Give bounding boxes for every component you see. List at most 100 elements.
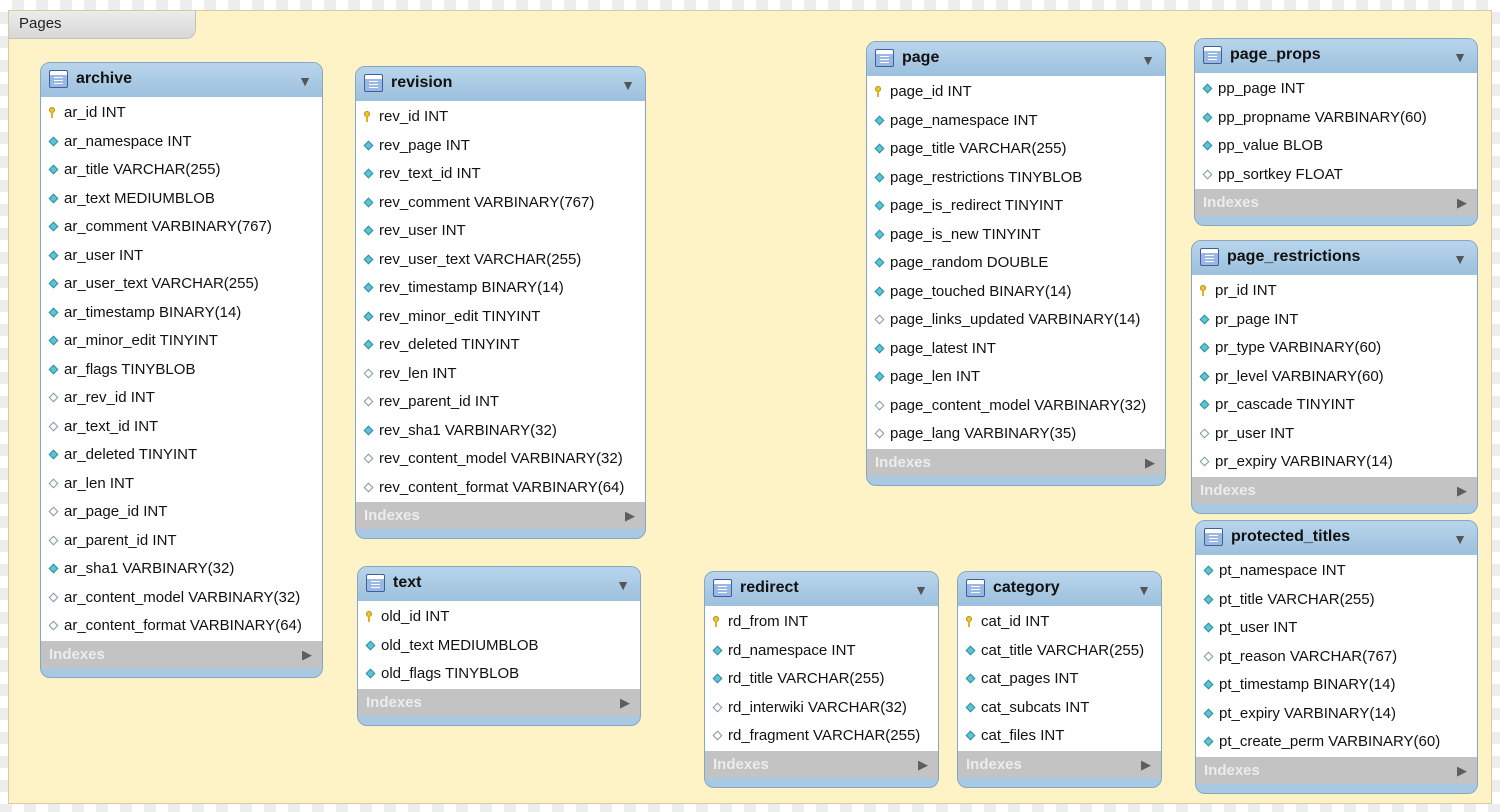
collapse-arrow-icon[interactable]: ▼ [1141,52,1155,68]
column-row[interactable]: pr_cascade TINYINT [1192,391,1477,420]
indexes-section[interactable]: Indexes ▶ [356,502,645,529]
indexes-section[interactable]: Indexes ▶ [1196,756,1477,784]
table-protected-titles[interactable]: protected_titles ▼ pt_namespace INT pt_titl… [1195,520,1478,794]
expand-arrow-icon[interactable]: ▶ [1457,483,1467,499]
expand-arrow-icon[interactable]: ▶ [625,508,635,524]
column-row[interactable]: ar_user INT [41,242,322,271]
column-row[interactable]: rd_fragment VARCHAR(255) [705,722,938,751]
column-row[interactable]: rev_comment VARBINARY(767) [356,189,645,218]
column-row[interactable]: page_lang VARBINARY(35) [867,420,1165,449]
column-row[interactable]: page_id INT [867,78,1165,107]
column-row[interactable]: ar_id INT [41,99,322,128]
column-row[interactable]: rev_sha1 VARBINARY(32) [356,417,645,446]
table-page-restrictions[interactable]: page_restrictions ▼ pr_id INT pr_page INT pr… [1191,240,1478,514]
table-page-props[interactable]: page_props ▼ pp_page INT pp_propname VARBIN… [1194,38,1478,226]
expand-arrow-icon[interactable]: ▶ [620,695,630,711]
column-row[interactable]: rev_user_text VARCHAR(255) [356,246,645,275]
column-row[interactable]: ar_rev_id INT [41,384,322,413]
column-row[interactable]: rd_interwiki VARCHAR(32) [705,694,938,723]
table-header[interactable]: page_restrictions ▼ [1192,241,1477,275]
expand-arrow-icon[interactable]: ▶ [1457,195,1467,211]
column-row[interactable]: page_namespace INT [867,107,1165,136]
collapse-arrow-icon[interactable]: ▼ [616,577,630,593]
collapse-arrow-icon[interactable]: ▼ [914,582,928,598]
column-row[interactable]: ar_comment VARBINARY(767) [41,213,322,242]
collapse-arrow-icon[interactable]: ▼ [621,77,635,93]
column-row[interactable]: cat_id INT [958,608,1161,637]
table-header[interactable]: protected_titles ▼ [1196,521,1477,555]
column-row[interactable]: pt_expiry VARBINARY(14) [1196,700,1477,729]
column-row[interactable]: cat_subcats INT [958,694,1161,723]
column-row[interactable]: rev_timestamp BINARY(14) [356,274,645,303]
column-row[interactable]: ar_content_model VARBINARY(32) [41,584,322,613]
column-row[interactable]: page_restrictions TINYBLOB [867,164,1165,193]
table-header[interactable]: revision ▼ [356,67,645,101]
column-row[interactable]: rd_namespace INT [705,637,938,666]
column-row[interactable]: page_latest INT [867,335,1165,364]
column-row[interactable]: ar_text_id INT [41,413,322,442]
indexes-section[interactable]: Indexes ▶ [358,688,640,716]
column-row[interactable]: rev_text_id INT [356,160,645,189]
column-row[interactable]: rd_title VARCHAR(255) [705,665,938,694]
table-page[interactable]: page ▼ page_id INT page_namespace INT page_t… [866,41,1166,486]
column-row[interactable]: ar_text MEDIUMBLOB [41,185,322,214]
column-row[interactable]: ar_content_format VARBINARY(64) [41,612,322,641]
expand-arrow-icon[interactable]: ▶ [918,757,928,773]
column-row[interactable]: page_len INT [867,363,1165,392]
column-row[interactable]: pt_timestamp BINARY(14) [1196,671,1477,700]
column-row[interactable]: rev_content_model VARBINARY(32) [356,445,645,474]
table-redirect[interactable]: redirect ▼ rd_from INT rd_namespace INT rd_t… [704,571,939,788]
column-row[interactable]: ar_deleted TINYINT [41,441,322,470]
table-header[interactable]: archive ▼ [41,63,322,97]
column-row[interactable]: pr_id INT [1192,277,1477,306]
column-row[interactable]: pr_level VARBINARY(60) [1192,363,1477,392]
column-row[interactable]: page_random DOUBLE [867,249,1165,278]
collapse-arrow-icon[interactable]: ▼ [1137,582,1151,598]
indexes-section[interactable]: Indexes ▶ [705,750,938,778]
column-row[interactable]: rev_page INT [356,132,645,161]
table-revision[interactable]: revision ▼ rev_id INT rev_page INT rev_text_… [355,66,646,539]
column-row[interactable]: pt_user INT [1196,614,1477,643]
layer-tab[interactable]: Pages [9,11,196,39]
column-row[interactable]: rev_minor_edit TINYINT [356,303,645,332]
table-header[interactable]: text ▼ [358,567,640,601]
expand-arrow-icon[interactable]: ▶ [1457,763,1467,779]
column-row[interactable]: pt_create_perm VARBINARY(60) [1196,728,1477,757]
collapse-arrow-icon[interactable]: ▼ [1453,531,1467,547]
column-row[interactable]: cat_files INT [958,722,1161,751]
column-row[interactable]: pp_sortkey FLOAT [1195,161,1477,190]
column-row[interactable]: rev_len INT [356,360,645,389]
column-row[interactable]: page_is_redirect TINYINT [867,192,1165,221]
indexes-section[interactable]: Indexes ▶ [41,640,322,668]
column-row[interactable]: cat_pages INT [958,665,1161,694]
expand-arrow-icon[interactable]: ▶ [1145,455,1155,471]
collapse-arrow-icon[interactable]: ▼ [1453,251,1467,267]
column-row[interactable]: old_text MEDIUMBLOB [358,632,640,661]
expand-arrow-icon[interactable]: ▶ [1141,757,1151,773]
column-row[interactable]: ar_flags TINYBLOB [41,356,322,385]
column-row[interactable]: pt_namespace INT [1196,557,1477,586]
column-row[interactable]: pp_propname VARBINARY(60) [1195,104,1477,133]
column-row[interactable]: page_links_updated VARBINARY(14) [867,306,1165,335]
column-row[interactable]: ar_timestamp BINARY(14) [41,299,322,328]
column-row[interactable]: page_touched BINARY(14) [867,278,1165,307]
column-row[interactable]: page_is_new TINYINT [867,221,1165,250]
column-row[interactable]: ar_len INT [41,470,322,499]
column-row[interactable]: page_title VARCHAR(255) [867,135,1165,164]
column-row[interactable]: ar_namespace INT [41,128,322,157]
column-row[interactable]: pt_title VARCHAR(255) [1196,586,1477,615]
column-row[interactable]: cat_title VARCHAR(255) [958,637,1161,666]
collapse-arrow-icon[interactable]: ▼ [298,73,312,89]
column-row[interactable]: ar_sha1 VARBINARY(32) [41,555,322,584]
column-row[interactable]: ar_page_id INT [41,498,322,527]
indexes-section[interactable]: Indexes ▶ [867,448,1165,476]
column-row[interactable]: pp_value BLOB [1195,132,1477,161]
column-row[interactable]: pt_reason VARCHAR(767) [1196,643,1477,672]
column-row[interactable]: rev_deleted TINYINT [356,331,645,360]
column-row[interactable]: page_content_model VARBINARY(32) [867,392,1165,421]
column-row[interactable]: ar_minor_edit TINYINT [41,327,322,356]
column-row[interactable]: pr_page INT [1192,306,1477,335]
expand-arrow-icon[interactable]: ▶ [302,647,312,663]
column-row[interactable]: pr_user INT [1192,420,1477,449]
column-row[interactable]: ar_title VARCHAR(255) [41,156,322,185]
